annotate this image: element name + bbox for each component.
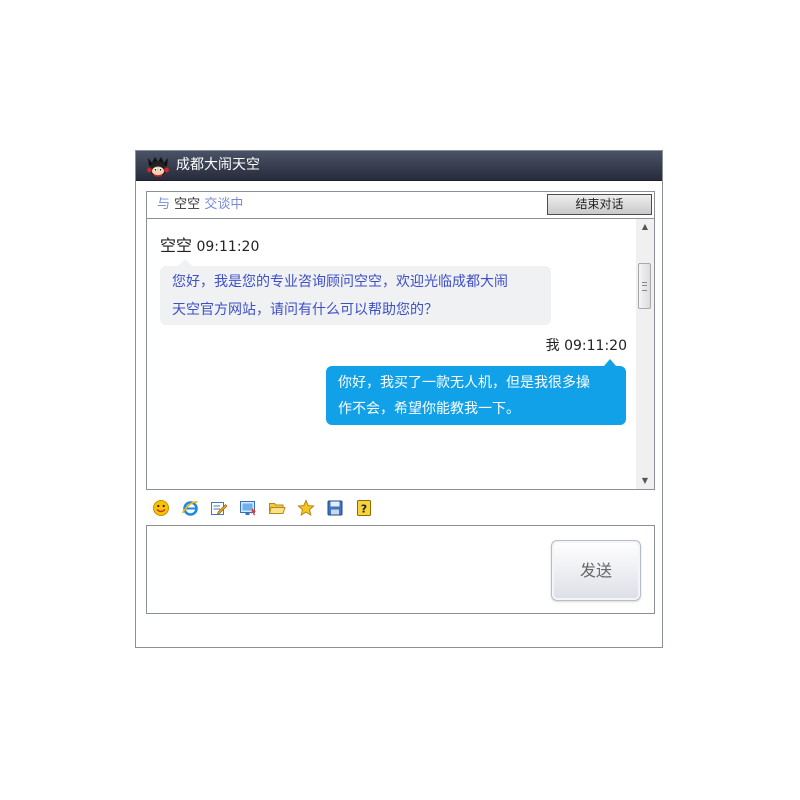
message-line: 您好，我是您的专业咨询顾问空空，欢迎光临成都大闹: [172, 274, 508, 290]
message-line: 天空官方网站，请问有什么可以帮助您的？: [172, 302, 438, 318]
window-title: 成都大闹天空: [176, 157, 260, 173]
end-chat-button[interactable]: 结束对话: [547, 194, 652, 215]
svg-text:?: ?: [361, 503, 367, 516]
sender-name: 空空: [160, 236, 193, 255]
edit-icon[interactable]: [210, 499, 228, 517]
chat-partner-name: 空空: [174, 197, 201, 212]
message-line: 作不会，希望你能教我一下。: [338, 401, 520, 417]
message-input-panel: 发送: [146, 525, 655, 614]
browser-icon[interactable]: [181, 499, 199, 517]
grip-icon: [642, 282, 647, 291]
message-time: 09:11:20: [196, 239, 260, 255]
chat-status-prefix: 与: [157, 197, 171, 212]
message-time: 09:11:20: [564, 338, 627, 354]
chat-status: 与 空空 交谈中: [157, 197, 243, 213]
help-icon[interactable]: ?: [355, 499, 373, 517]
save-icon[interactable]: [326, 499, 344, 517]
scroll-up-arrow-icon[interactable]: ▲: [636, 219, 654, 235]
my-message-bubble: 你好，我买了一款无人机，但是我很多操 作不会，希望你能教我一下。: [326, 359, 626, 425]
message-sender-line: 空空 09:11:20: [160, 237, 259, 256]
chat-panel: 与 空空 交谈中 结束对话 空空 09:11:20 您好，我是您的专业咨询顾问空…: [146, 191, 655, 490]
message-input[interactable]: [151, 530, 551, 613]
screenshot-icon[interactable]: [239, 499, 257, 517]
agent-message-bubble: 您好，我是您的专业咨询顾问空空，欢迎光临成都大闹 天空官方网站，请问有什么可以帮…: [160, 259, 551, 325]
open-folder-icon[interactable]: [268, 499, 286, 517]
scroll-thumb[interactable]: [638, 263, 651, 309]
message-sender-line: 我 09:11:20: [546, 337, 627, 355]
sender-name: 我: [545, 338, 560, 354]
message-scrollbar[interactable]: ▲ ▼: [636, 219, 654, 489]
chat-header: 与 空空 交谈中 结束对话: [147, 192, 654, 219]
send-button[interactable]: 发送: [551, 540, 641, 601]
title-bar: 成都大闹天空: [136, 151, 662, 181]
message-line: 你好，我买了一款无人机，但是我很多操: [338, 375, 590, 391]
monkey-logo-icon: [147, 157, 169, 177]
favorite-star-icon[interactable]: [297, 499, 315, 517]
message-list: 空空 09:11:20 您好，我是您的专业咨询顾问空空，欢迎光临成都大闹 天空官…: [147, 219, 636, 489]
scroll-down-arrow-icon[interactable]: ▼: [636, 473, 654, 489]
chat-window: 成都大闹天空 与 空空 交谈中 结束对话 空空 09:11:20 您好，我是您的…: [135, 150, 663, 648]
emoticon-icon[interactable]: [152, 499, 170, 517]
chat-status-suffix: 交谈中: [204, 197, 244, 212]
